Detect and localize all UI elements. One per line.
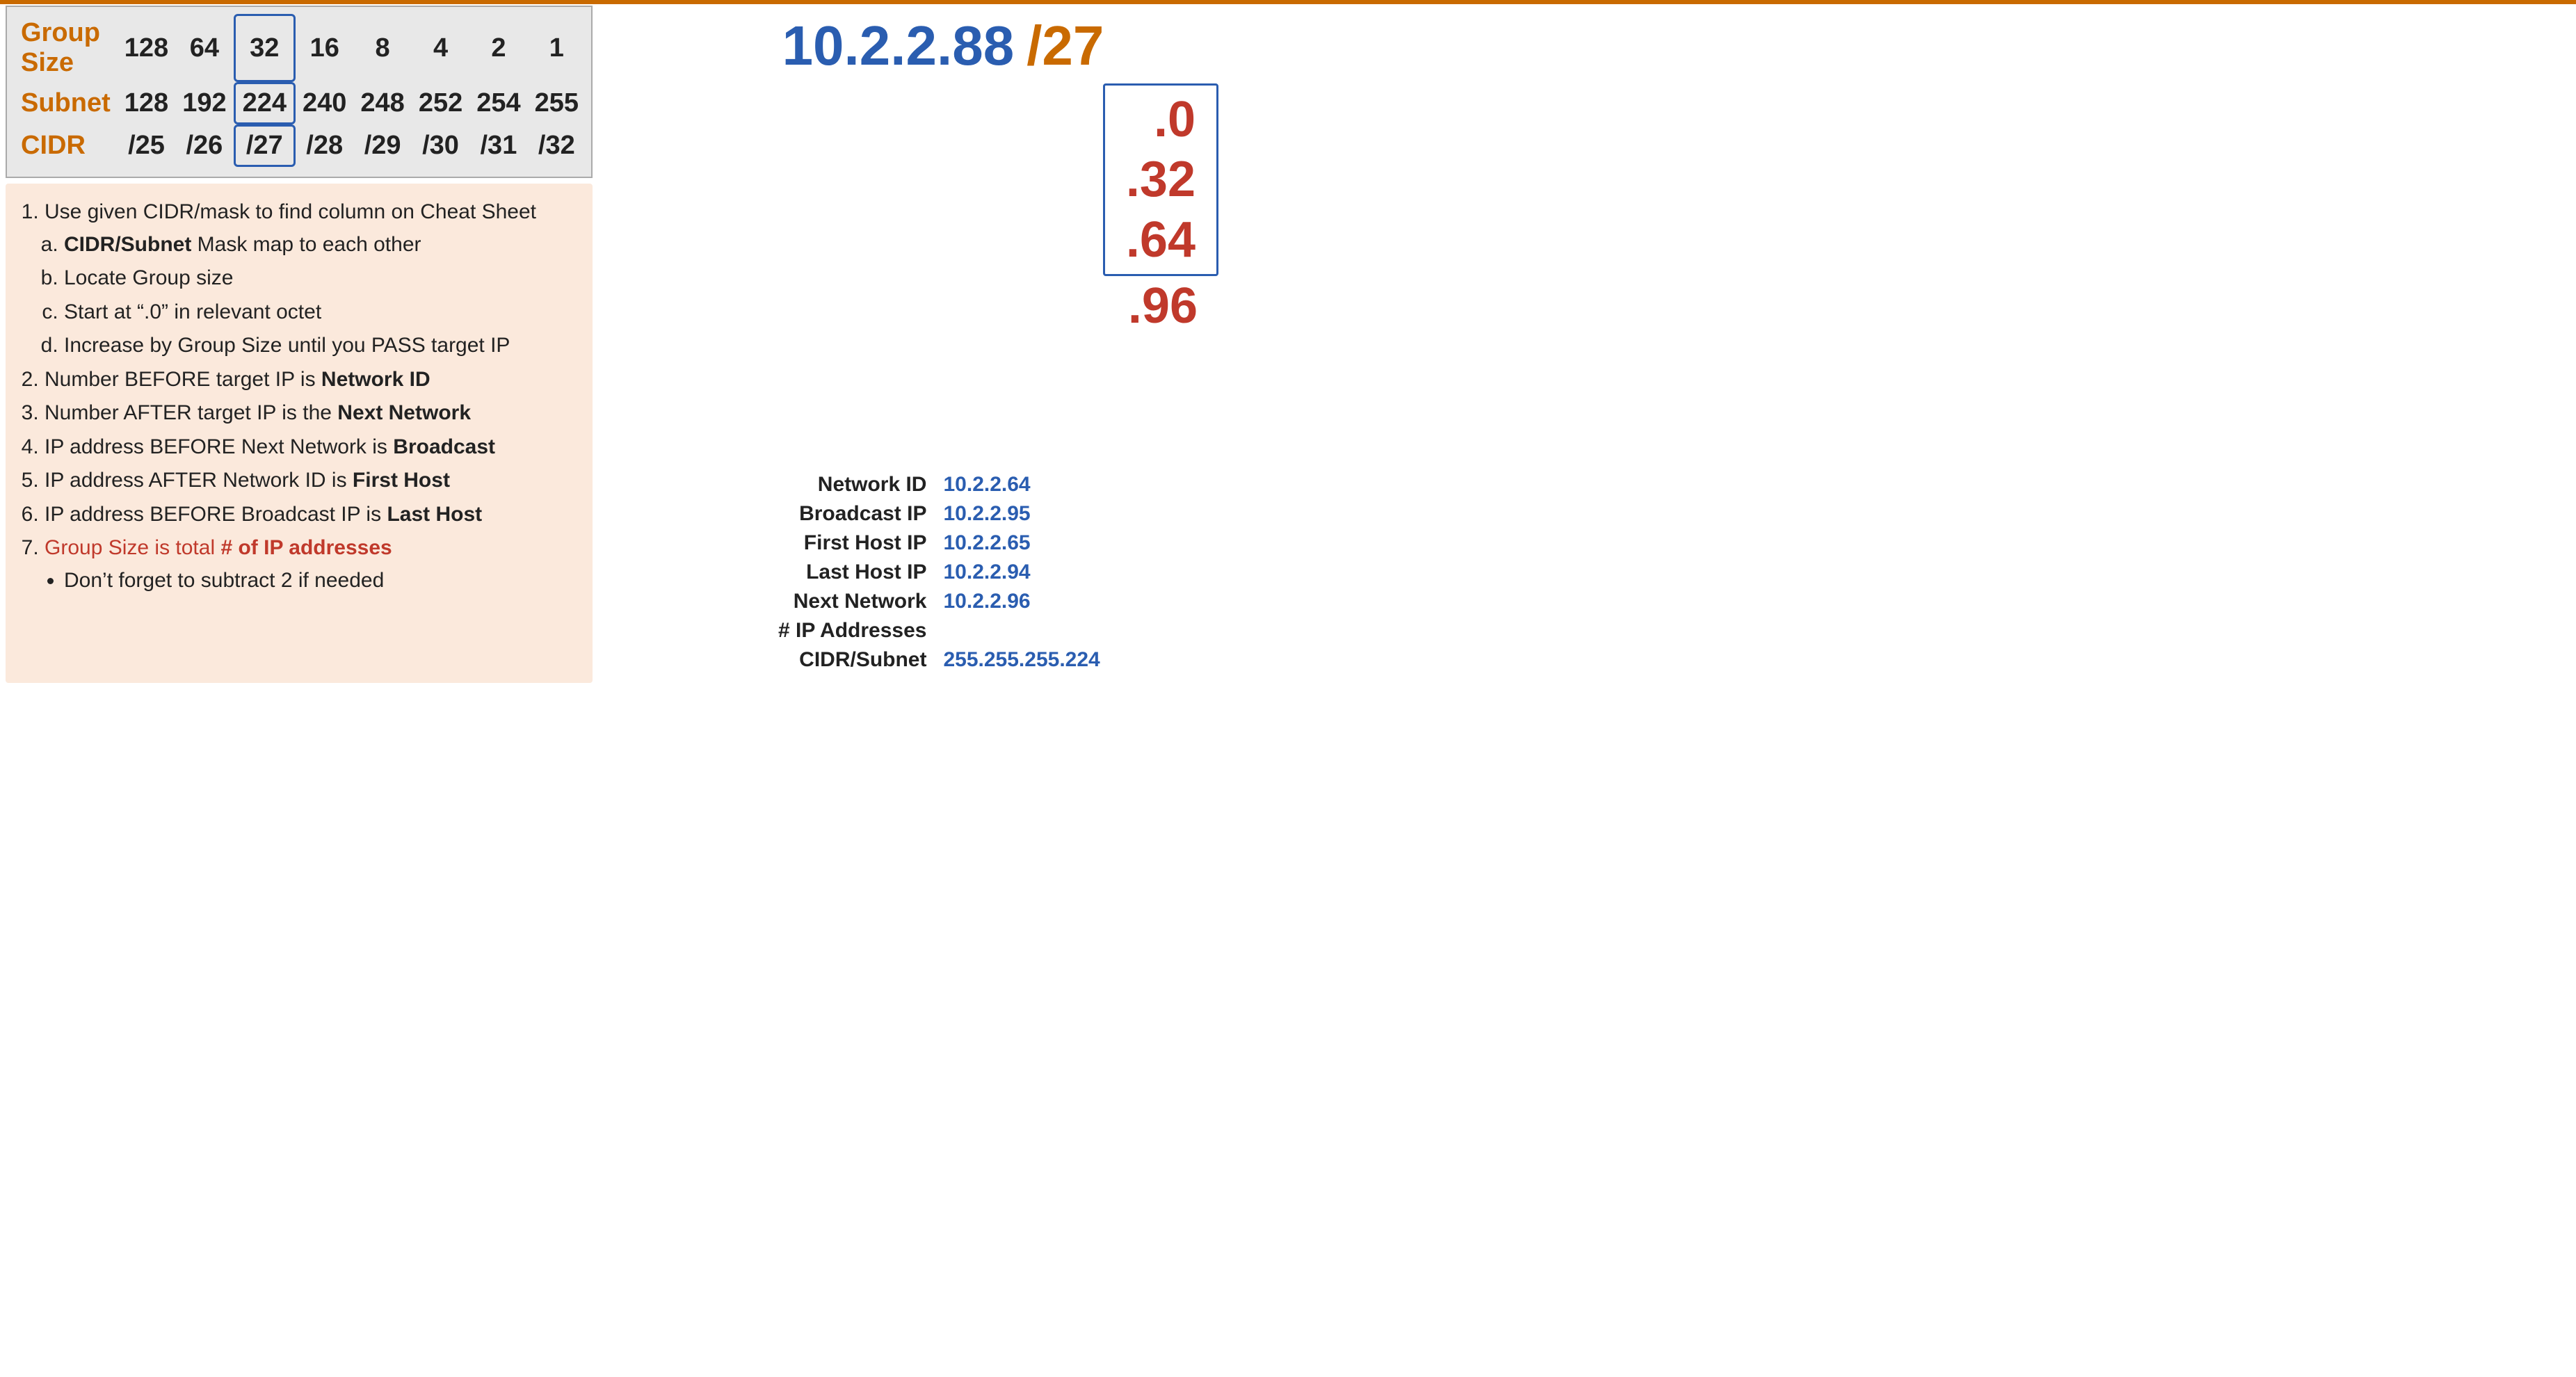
cheat-cell-1-4: 248 <box>353 82 411 124</box>
cheat-cell-2-7: /32 <box>528 124 586 167</box>
cheat-cell-2-5: /30 <box>412 124 469 167</box>
list-item: CIDR/Subnet Mask map to each other <box>64 229 576 261</box>
cheat-row-label-1: Subnet <box>18 82 118 124</box>
right-panel: 10.2.2.88 /27 .0 .32 .64 .96 Network ID1… <box>598 0 1288 688</box>
cheat-cell-1-6: 254 <box>469 82 527 124</box>
cheat-cell-0-5: 4 <box>412 14 469 82</box>
list-item: Use given CIDR/mask to find column on Ch… <box>45 196 576 362</box>
subnet-blocks: .0 .32 .64 .96 <box>612 83 1218 337</box>
list-item: Group Size is total # of IP addresses Do… <box>45 532 576 597</box>
network-value-0: 10.2.2.64 <box>935 470 1274 499</box>
cheat-cell-2-4: /29 <box>353 124 411 167</box>
cheat-cell-2-2: /27 <box>234 124 296 167</box>
instructions-list: Use given CIDR/mask to find column on Ch… <box>28 196 576 597</box>
bold-text: Next Network <box>337 401 471 424</box>
network-value-5 <box>935 616 1274 645</box>
network-label-3: Last Host IP <box>612 558 935 587</box>
ip-header: 10.2.2.88 /27 <box>612 14 1274 78</box>
network-label-1: Broadcast IP <box>612 499 935 529</box>
instructions-panel: Use given CIDR/mask to find column on Ch… <box>6 184 593 683</box>
list-item: Locate Group size <box>64 262 576 295</box>
cheat-cell-2-0: /25 <box>118 124 175 167</box>
network-value-4: 10.2.2.96 <box>935 587 1274 616</box>
subnet-value-32: .32 <box>1126 150 1196 209</box>
left-panel: Group Size1286432168421Subnet12819222424… <box>0 0 598 688</box>
list-item: Don’t forget to subtract 2 if needed <box>64 565 576 597</box>
network-label-2: First Host IP <box>612 529 935 558</box>
network-label-5: # IP Addresses <box>612 616 935 645</box>
network-value-6: 255.255.255.224 <box>935 645 1274 675</box>
cheat-cell-0-1: 64 <box>175 14 233 82</box>
bullet-list: Don’t forget to subtract 2 if needed <box>45 565 576 597</box>
cheat-cell-0-7: 1 <box>528 14 586 82</box>
list-item: Start at “.0” in relevant octet <box>64 296 576 329</box>
subnet-box: .0 .32 .64 <box>1103 83 1218 276</box>
bold-text: Last Host <box>387 503 482 526</box>
list-item: Number BEFORE target IP is Network ID <box>45 364 576 396</box>
top-bar <box>0 0 2576 4</box>
cheat-cell-1-7: 255 <box>528 82 586 124</box>
network-value-3: 10.2.2.94 <box>935 558 1274 587</box>
sub-list: CIDR/Subnet Mask map to each other Locat… <box>45 229 576 362</box>
cheat-row-label-0: Group Size <box>18 14 118 82</box>
list-item: IP address BEFORE Next Network is Broadc… <box>45 431 576 464</box>
bold-text: CIDR/Subnet <box>64 233 191 256</box>
cheat-cell-1-3: 240 <box>296 82 353 124</box>
network-info-table: Network ID10.2.2.64Broadcast IP10.2.2.95… <box>612 470 1274 675</box>
cheat-table: Group Size1286432168421Subnet12819222424… <box>18 14 586 167</box>
subnet-value-64: .64 <box>1126 210 1196 270</box>
cheat-cell-0-3: 16 <box>296 14 353 82</box>
cheat-cell-2-6: /31 <box>469 124 527 167</box>
list-item: Increase by Group Size until you PASS ta… <box>64 330 576 362</box>
network-value-2: 10.2.2.65 <box>935 529 1274 558</box>
cheat-cell-1-5: 252 <box>412 82 469 124</box>
list-item: IP address BEFORE Broadcast IP is Last H… <box>45 499 576 531</box>
cheat-cell-2-3: /28 <box>296 124 353 167</box>
network-label-4: Next Network <box>612 587 935 616</box>
cheat-sheet: Group Size1286432168421Subnet12819222424… <box>6 6 593 178</box>
bold-red-text: # of IP addresses <box>220 536 392 559</box>
cheat-cell-2-1: /26 <box>175 124 233 167</box>
cheat-cell-0-6: 2 <box>469 14 527 82</box>
cheat-cell-0-0: 128 <box>118 14 175 82</box>
subnet-value-0: .0 <box>1126 90 1196 150</box>
bold-text: First Host <box>353 469 450 492</box>
cheat-cell-0-2: 32 <box>234 14 296 82</box>
cheat-cell-1-1: 192 <box>175 82 233 124</box>
list-item: IP address AFTER Network ID is First Hos… <box>45 465 576 497</box>
cheat-cell-1-0: 128 <box>118 82 175 124</box>
cidr-notation: /27 <box>1027 14 1104 78</box>
network-info: Network ID10.2.2.64Broadcast IP10.2.2.95… <box>612 470 1274 682</box>
list-item: Number AFTER target IP is the Next Netwo… <box>45 397 576 430</box>
network-label-6: CIDR/Subnet <box>612 645 935 675</box>
bold-text: Broadcast <box>393 435 495 458</box>
red-text: Group Size is total # of IP addresses <box>45 536 392 559</box>
bold-text: Network ID <box>321 368 430 391</box>
network-label-0: Network ID <box>612 470 935 499</box>
network-value-1: 10.2.2.95 <box>935 499 1274 529</box>
cheat-row-label-2: CIDR <box>18 124 118 167</box>
subnet-value-96: .96 <box>1128 276 1218 336</box>
cheat-cell-1-2: 224 <box>234 82 296 124</box>
ip-address: 10.2.2.88 <box>782 14 1015 78</box>
cheat-cell-0-4: 8 <box>353 14 411 82</box>
